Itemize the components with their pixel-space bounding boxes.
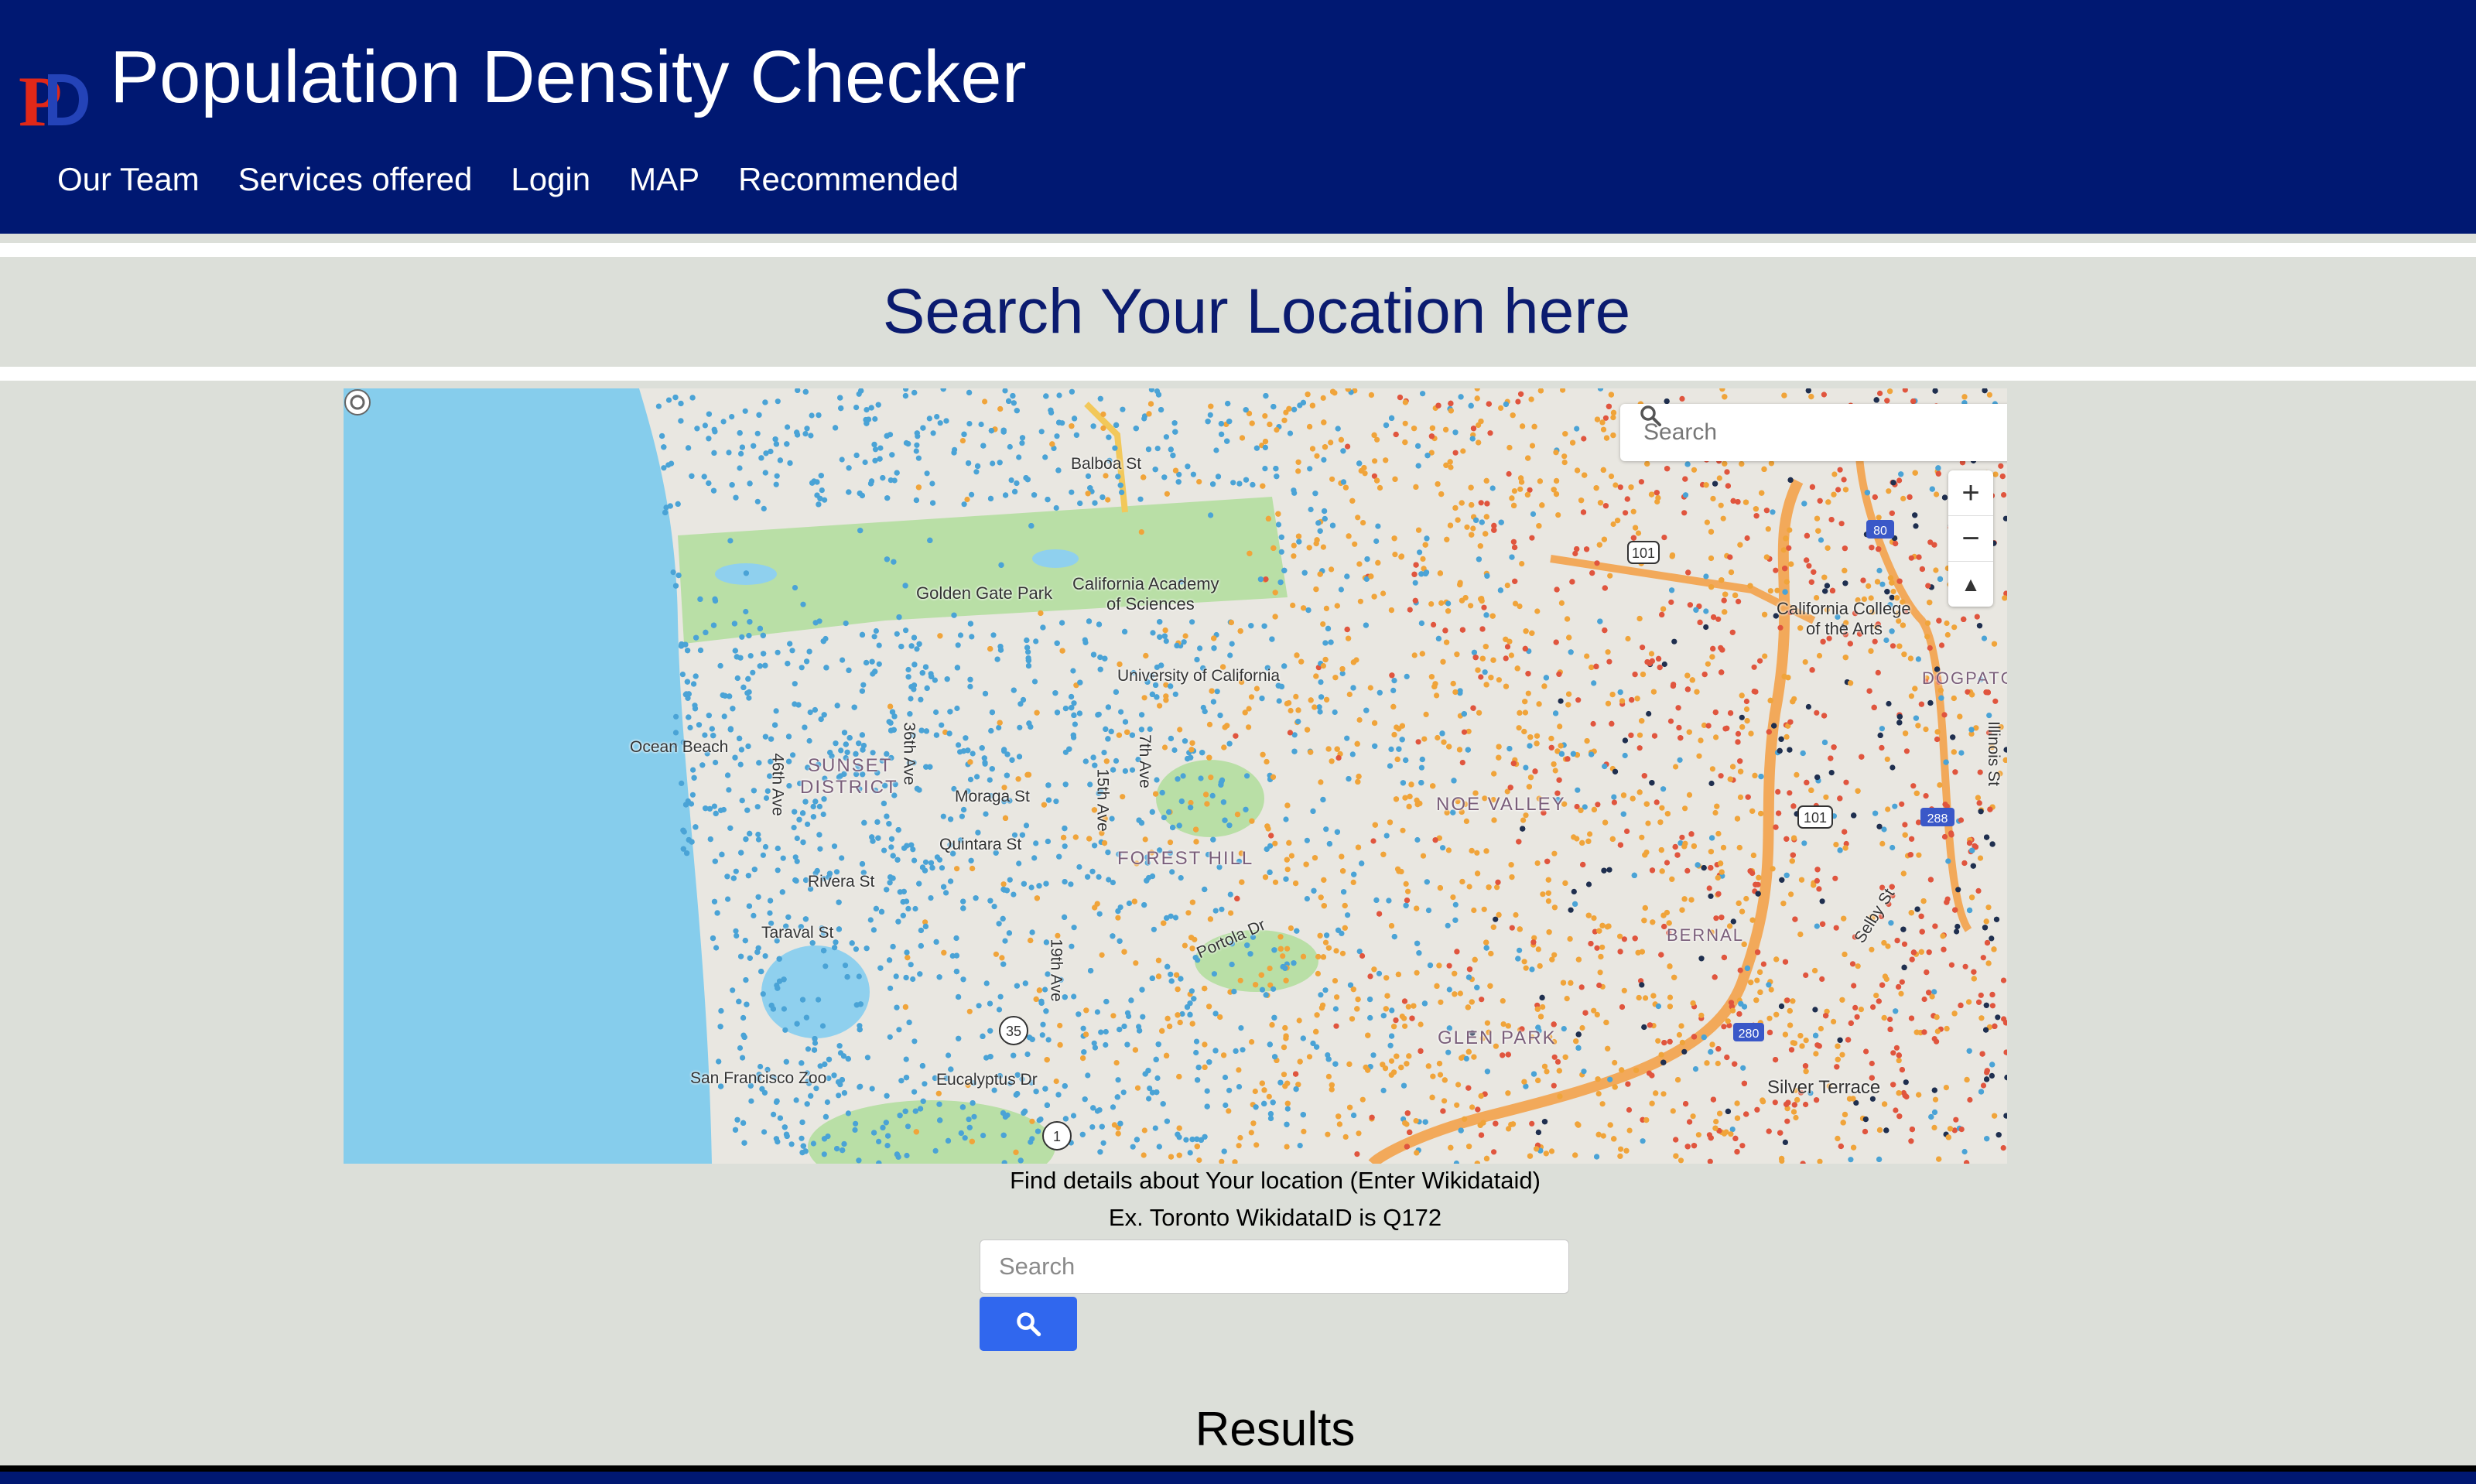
footer	[0, 1472, 2476, 1484]
nav-our-team[interactable]: Our Team	[57, 158, 200, 201]
label-taraval: Taraval St	[761, 924, 834, 942]
label-silver-terrace: Silver Terrace	[1767, 1077, 1881, 1098]
results-heading: Results	[1195, 1403, 1356, 1456]
label-quintara: Quintara St	[939, 836, 1022, 853]
nav-services-offered[interactable]: Services offered	[238, 158, 473, 201]
label-illinois: Illinois St	[1985, 720, 2003, 787]
lookup-example: Ex. Toronto WikidataID is Q172	[1108, 1204, 1442, 1231]
nav-login[interactable]: Login	[511, 158, 590, 201]
app-title: Population Density Checker	[110, 36, 1027, 118]
label-sf-zoo: San Francisco Zoo	[690, 1069, 827, 1087]
label-glen-park: GLEN PARK	[1438, 1028, 1557, 1048]
density-map[interactable]: 101 101 280 288 80 35 1 Golden Gate Park…	[344, 388, 2007, 1164]
park-area	[808, 1100, 1055, 1164]
label-rivera: Rivera St	[808, 873, 875, 891]
label-dogpatch: DOGPATCH	[1922, 668, 2007, 688]
nav-recommended[interactable]: Recommended	[738, 158, 959, 201]
hwy-101-shield: 101	[1627, 541, 1660, 564]
map-zoom-controls: + − ▲	[1948, 470, 1993, 607]
label-noe-valley: NOE VALLEY	[1436, 794, 1566, 815]
compass-button[interactable]: ▲	[1948, 562, 1993, 607]
ocean	[344, 388, 712, 1164]
wikidata-search-input[interactable]	[980, 1240, 1569, 1294]
hwy-80-shield: 80	[1866, 520, 1894, 539]
search-banner: Search Your Location here	[0, 257, 2476, 367]
label-15th-ave: 15th Ave	[1093, 768, 1112, 832]
hwy-101-shield: 101	[1797, 805, 1833, 829]
hwy-35-shield: 35	[999, 1016, 1028, 1045]
hwy-280-shield: 280	[1733, 1023, 1764, 1041]
search-icon	[1017, 1312, 1041, 1337]
footer-border	[0, 1465, 2476, 1472]
zoom-out-button[interactable]: −	[1948, 516, 1993, 562]
app-header: P Population Density Checker Our Team Se…	[0, 0, 2476, 234]
label-19th-ave: 19th Ave	[1047, 939, 1065, 1002]
label-bernal: BERNAL	[1667, 925, 1745, 945]
label-ocean-beach: Ocean Beach	[630, 738, 729, 756]
zoom-in-button[interactable]: +	[1948, 470, 1993, 516]
label-forest-hill: FOREST HILL	[1117, 848, 1254, 869]
label-7th-ave: 7th Ave	[1135, 734, 1154, 788]
map-attribution-icon[interactable]	[344, 388, 371, 416]
hwy-1-shield: 1	[1042, 1121, 1072, 1151]
map-search-input[interactable]	[1642, 419, 1970, 446]
highway	[1550, 555, 1816, 624]
label-sunset: SUNSET	[808, 755, 893, 776]
label-cal-academy-2: of Sciences	[1106, 594, 1195, 614]
label-cal-college-2: of the Arts	[1806, 619, 1883, 638]
label-cal-college: California College	[1777, 599, 1911, 618]
divider	[0, 367, 2476, 381]
lookup-instructions: Find details about Your location (Enter …	[1010, 1167, 1541, 1194]
logo[interactable]: P	[17, 62, 90, 132]
search-icon	[1640, 405, 1661, 426]
label-46th-ave: 46th Ave	[768, 753, 787, 816]
main-nav: Our Team Services offered Login MAP Reco…	[57, 158, 959, 201]
map-canvas[interactable]: 101 101 280 288 80 35 1	[344, 388, 2007, 1164]
nav-map[interactable]: MAP	[629, 158, 699, 201]
label-36th-ave: 36th Ave	[900, 722, 918, 785]
label-university: University of California	[1117, 667, 1281, 685]
label-moraga: Moraga St	[955, 788, 1030, 805]
label-cal-academy: California Academy	[1072, 574, 1219, 593]
label-golden-gate-park: Golden Gate Park	[916, 583, 1053, 603]
banner-heading: Search Your Location here	[882, 276, 1631, 347]
wikidata-search-button[interactable]	[980, 1297, 1077, 1351]
map-search-box[interactable]	[1620, 404, 2007, 461]
divider	[0, 243, 2476, 257]
label-district: DISTRICT	[800, 777, 898, 798]
label-balboa: Balboa St	[1071, 455, 1142, 473]
label-eucalyptus: Eucalyptus Dr	[936, 1071, 1038, 1089]
hwy-288-shield: 288	[1920, 808, 1954, 826]
lake	[1032, 549, 1079, 568]
